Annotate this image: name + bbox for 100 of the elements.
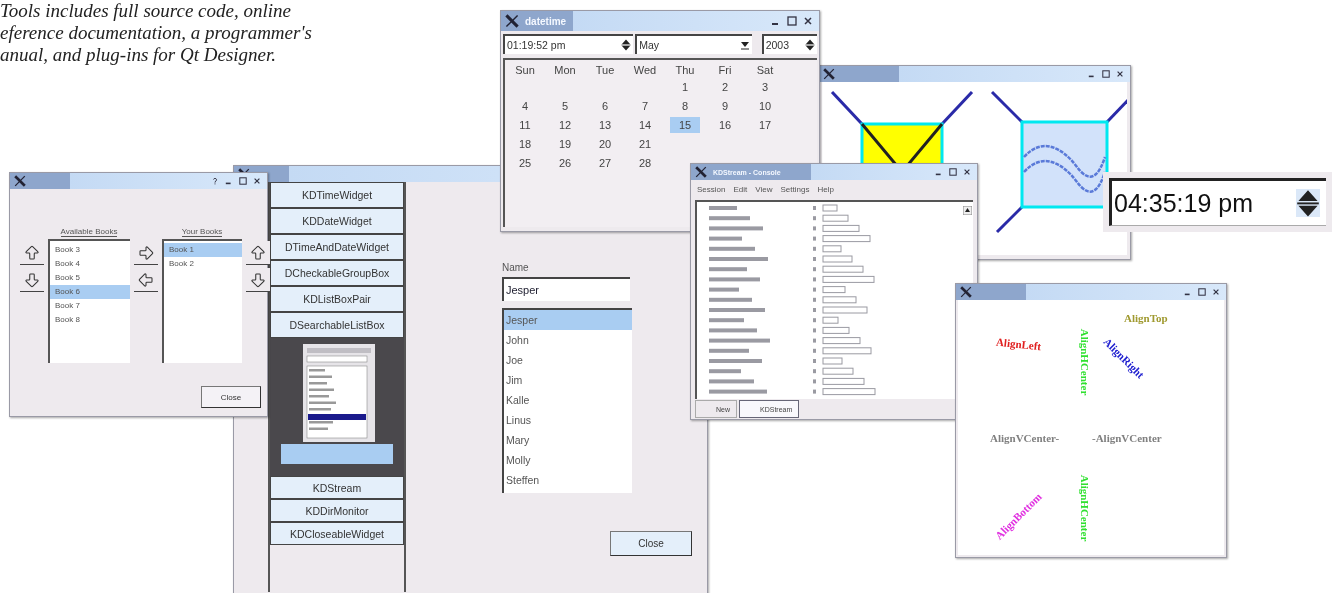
calendar-day[interactable]: 15 bbox=[670, 117, 700, 133]
calendar-day[interactable]: 1 bbox=[670, 79, 700, 95]
list-item[interactable]: Joe bbox=[504, 350, 632, 370]
list-label: Available Books bbox=[60, 227, 118, 237]
calendar-day[interactable]: 10 bbox=[750, 98, 780, 114]
calendar-day[interactable]: 13 bbox=[590, 117, 620, 133]
rotated-label: AlignVCenter- bbox=[990, 432, 1060, 444]
time-spinbox[interactable]: 01:19:52 pm bbox=[503, 34, 634, 54]
calendar-day[interactable]: 12 bbox=[550, 117, 580, 133]
menu-item[interactable]: Settings bbox=[780, 184, 810, 194]
maximize-icon[interactable] bbox=[787, 16, 797, 26]
close-icon[interactable] bbox=[1212, 288, 1220, 296]
toolbox-tab[interactable]: DSearchableListBox bbox=[270, 312, 404, 338]
list-box[interactable]: Jesper John Joe Jim Kalle Linus Mary Molly Steffen bbox=[502, 308, 632, 493]
close-icon[interactable] bbox=[1116, 70, 1124, 78]
close-icon[interactable] bbox=[963, 168, 971, 176]
list-item[interactable]: Book 3 bbox=[50, 243, 130, 257]
calendar-day[interactable]: 16 bbox=[710, 117, 740, 133]
name-field[interactable]: Jesper bbox=[502, 277, 630, 301]
list-item[interactable]: Mary bbox=[504, 430, 632, 450]
x-logo-icon bbox=[14, 175, 26, 187]
calendar-day[interactable]: 6 bbox=[590, 98, 620, 114]
help-icon[interactable] bbox=[211, 177, 219, 185]
calendar-day[interactable]: 7 bbox=[630, 98, 660, 114]
close-icon[interactable] bbox=[803, 16, 813, 26]
calendar-day[interactable]: 27 bbox=[590, 155, 620, 171]
window-title: datetime bbox=[525, 15, 567, 27]
list-item[interactable]: Book 6 bbox=[50, 285, 130, 299]
menu-item[interactable]: View bbox=[755, 184, 773, 194]
list-item[interactable]: Linus bbox=[504, 410, 632, 430]
move-down-button[interactable] bbox=[246, 268, 270, 292]
toolbox-tab[interactable]: KDDirMonitor bbox=[270, 499, 404, 522]
rotated-label: AlignLeft bbox=[995, 335, 1042, 353]
year-spinbox[interactable]: 2003 bbox=[761, 34, 817, 54]
spin-arrows-icon[interactable] bbox=[1296, 188, 1320, 218]
toolbox-tab[interactable]: KDTimeWidget bbox=[270, 182, 404, 208]
list-item[interactable]: John bbox=[504, 330, 632, 350]
menu-item[interactable]: Edit bbox=[733, 184, 748, 194]
calendar-day[interactable]: 21 bbox=[630, 136, 660, 152]
toolbox-tab[interactable]: KDStream bbox=[270, 476, 404, 499]
scroll-up-icon[interactable] bbox=[962, 206, 972, 215]
spin-arrows-icon[interactable] bbox=[805, 39, 815, 51]
list-item[interactable]: Book 5 bbox=[50, 271, 130, 285]
calendar-day[interactable]: 25 bbox=[510, 155, 540, 171]
arrow-up-icon bbox=[23, 243, 41, 262]
toolbox-tab[interactable]: DTimeAndDateWidget bbox=[270, 234, 404, 260]
list-item[interactable]: Book 2 bbox=[164, 257, 242, 271]
time-field[interactable]: 04:35:19 pm bbox=[1109, 178, 1326, 226]
close-button[interactable]: Close bbox=[201, 386, 261, 408]
list-item[interactable]: Steffen bbox=[504, 470, 632, 490]
arrow-up-icon bbox=[249, 243, 267, 262]
list-box[interactable]: Book 3 Book 4 Book 5 Book 6 Book 7 Book 8 bbox=[48, 239, 130, 363]
maximize-icon[interactable] bbox=[949, 168, 957, 176]
toolbox-tab[interactable]: KDListBoxPair bbox=[270, 286, 404, 312]
calendar-day[interactable]: 9 bbox=[710, 98, 740, 114]
weekday-header: Sun bbox=[515, 64, 535, 76]
weekday-header: Tue bbox=[595, 64, 615, 76]
calendar-day[interactable]: 28 bbox=[630, 155, 660, 171]
maximize-icon[interactable] bbox=[1198, 288, 1206, 296]
weekday-header: Sat bbox=[756, 64, 774, 76]
calendar-day[interactable]: 2 bbox=[710, 79, 740, 95]
menu-item[interactable]: Session bbox=[697, 184, 726, 194]
calendar-day[interactable]: 17 bbox=[750, 117, 780, 133]
close-icon[interactable] bbox=[253, 177, 261, 185]
calendar-day[interactable]: 8 bbox=[670, 98, 700, 114]
list-item[interactable]: Book 1 bbox=[164, 243, 242, 257]
calendar-day[interactable]: 18 bbox=[510, 136, 540, 152]
list-item[interactable]: Kalle bbox=[504, 390, 632, 410]
list-item[interactable]: Book 7 bbox=[50, 299, 130, 313]
maximize-icon[interactable] bbox=[1102, 70, 1110, 78]
arrow-left-icon bbox=[137, 270, 155, 289]
rotated-label: AlignTop bbox=[1124, 312, 1168, 324]
x-logo-icon bbox=[505, 14, 519, 28]
menu-item[interactable]: Help bbox=[817, 184, 834, 194]
calendar-day[interactable]: 14 bbox=[630, 117, 660, 133]
maximize-icon[interactable] bbox=[239, 177, 247, 185]
list-item[interactable]: Book 8 bbox=[50, 313, 130, 327]
arrow-right-icon bbox=[137, 243, 155, 262]
calendar-day[interactable]: 4 bbox=[510, 98, 540, 114]
dropdown-arrow-icon[interactable] bbox=[739, 40, 750, 50]
spin-arrows-icon[interactable] bbox=[621, 39, 632, 51]
close-button[interactable]: Close bbox=[610, 531, 692, 556]
toolbox-tab[interactable]: KDCloseableWidget bbox=[270, 522, 404, 545]
list-item[interactable]: Book 4 bbox=[50, 257, 130, 271]
calendar-day[interactable]: 5 bbox=[550, 98, 580, 114]
arrow-down-icon bbox=[23, 270, 41, 289]
list-item[interactable]: Jim bbox=[504, 370, 632, 390]
list-item[interactable]: Molly bbox=[504, 450, 632, 470]
list-item[interactable]: Jesper bbox=[504, 310, 632, 330]
toolbox-tab[interactable]: DCheckableGroupBox bbox=[270, 260, 404, 286]
weekday-header: Thu bbox=[675, 64, 695, 76]
calendar-day[interactable]: 19 bbox=[550, 136, 580, 152]
calendar-day[interactable]: 11 bbox=[510, 117, 540, 133]
list-box[interactable]: Book 1 Book 2 bbox=[162, 239, 242, 363]
x-logo-icon bbox=[960, 286, 972, 298]
toolbox-tab[interactable]: KDDateWidget bbox=[270, 208, 404, 234]
month-combobox[interactable]: May bbox=[635, 34, 752, 54]
calendar-day[interactable]: 3 bbox=[750, 79, 780, 95]
calendar-day[interactable]: 26 bbox=[550, 155, 580, 171]
calendar-day[interactable]: 20 bbox=[590, 136, 620, 152]
